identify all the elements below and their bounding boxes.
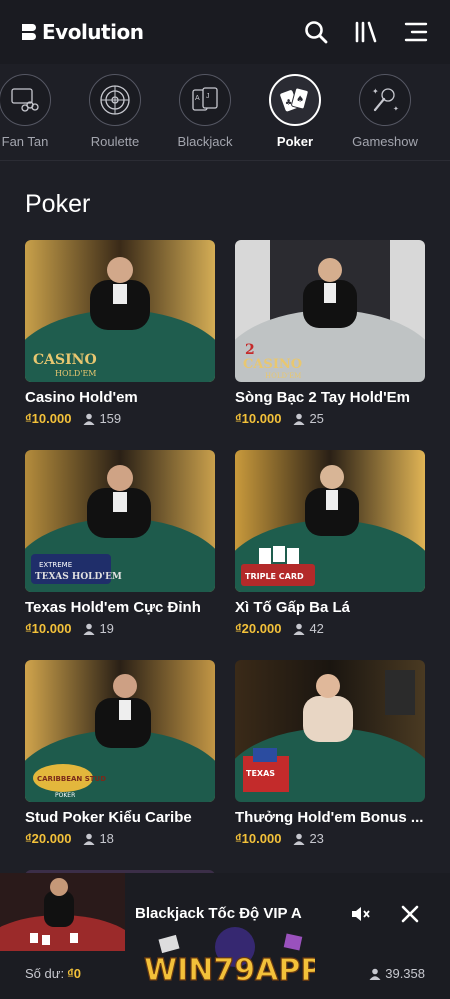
close-icon[interactable]	[400, 904, 420, 924]
category-label: Blackjack	[177, 134, 233, 149]
win79app-watermark: WIN79APP	[143, 927, 315, 989]
svg-text:TEXAS: TEXAS	[246, 769, 275, 778]
game-title: Texas Hold'em Cực Đỉnh	[25, 599, 201, 616]
game-card-caribbean-stud-poker[interactable]: CARIBBEAN STUD POKER Stud Poker Kiểu Car…	[25, 660, 215, 846]
game-title: Casino Hold'em	[25, 389, 138, 406]
mute-icon[interactable]	[350, 905, 370, 923]
evolution-logo-mark-icon	[22, 23, 38, 41]
category-gameshow-circle: ✦ ✦	[359, 74, 411, 126]
svg-text:HOLD'EM: HOLD'EM	[265, 372, 301, 380]
player-count: 159	[99, 411, 122, 426]
min-bet: ₫10.000	[25, 411, 72, 426]
evolution-logo[interactable]: Evolution	[22, 20, 144, 44]
category-roulette[interactable]: Roulette	[70, 74, 160, 149]
min-bet: ₫10.000	[235, 411, 282, 426]
user-icon	[83, 413, 95, 425]
game-card-casino-holdem[interactable]: CASINO HOLD'EM Casino Hold'em ₫10.000 15…	[25, 240, 215, 426]
svg-text:CASINO: CASINO	[33, 352, 97, 368]
balance: Số dư: ₫0	[25, 966, 81, 981]
player-count: 23	[309, 831, 324, 846]
gameshow-icon: ✦ ✦	[372, 87, 399, 113]
balance-label: Số dư:	[25, 966, 65, 981]
game-thumbnail[interactable]: 2 CASINO HOLD'EM	[235, 240, 425, 382]
user-icon	[293, 833, 305, 845]
balance-value: ₫0	[67, 966, 81, 981]
mini-player: Blackjack Tốc Độ VIP A WIN79APP Số dư: ₫0…	[0, 873, 450, 999]
game-title: Thưởng Hold'em Bonus ...	[235, 809, 424, 826]
top-header: Evolution	[0, 0, 450, 64]
svg-text:POKER: POKER	[55, 792, 75, 799]
category-blackjack[interactable]: J A Blackjack	[160, 74, 250, 149]
category-fan-tan-circle	[0, 74, 51, 126]
svg-text:✦: ✦	[372, 87, 379, 96]
svg-text:TEXAS HOLD'EM: TEXAS HOLD'EM	[35, 572, 122, 582]
game-title: Xì Tố Gấp Ba Lá	[235, 599, 351, 616]
category-gameshow[interactable]: ✦ ✦ Gameshow	[340, 74, 430, 149]
category-label: Roulette	[90, 134, 140, 149]
total-players: 39.358	[369, 966, 425, 981]
category-strip: Fan Tan Roulette J A Blackjack ♠ ♣ Poker…	[0, 64, 450, 160]
mini-player-title: Blackjack Tốc Độ VIP A	[135, 905, 302, 922]
game-card-texas-holdem-bonus[interactable]: TEXAS Thưởng Hold'em Bonus ... ₫10.000 2…	[235, 660, 425, 846]
player-count: 19	[99, 621, 114, 636]
game-thumbnail[interactable]: EXTREME TEXAS HOLD'EM	[25, 450, 215, 592]
user-icon	[293, 413, 305, 425]
svg-text:CASINO: CASINO	[243, 357, 302, 372]
svg-text:CARIBBEAN STUD: CARIBBEAN STUD	[37, 775, 106, 783]
svg-text:♠: ♠	[296, 95, 304, 105]
svg-text:EXTREME: EXTREME	[39, 561, 72, 569]
game-title: Stud Poker Kiểu Caribe	[25, 809, 192, 826]
svg-text:TRIPLE CARD: TRIPLE CARD	[245, 572, 304, 581]
svg-text:J: J	[206, 93, 210, 100]
library-icon[interactable]	[354, 20, 378, 44]
user-icon	[83, 623, 95, 635]
min-bet: ₫20.000	[25, 831, 72, 846]
mini-player-video[interactable]	[0, 873, 125, 951]
brand-name: Evolution	[42, 20, 144, 44]
game-card-extreme-texas-holdem[interactable]: EXTREME TEXAS HOLD'EM Texas Hold'em Cực …	[25, 450, 215, 636]
fan-tan-icon	[11, 88, 39, 112]
game-thumbnail[interactable]: CARIBBEAN STUD POKER	[25, 660, 215, 802]
svg-text:HOLD'EM: HOLD'EM	[55, 369, 97, 378]
player-count: 18	[99, 831, 114, 846]
category-poker-circle: ♠ ♣	[269, 74, 321, 126]
game-card-2-hand-casino-holdem[interactable]: 2 CASINO HOLD'EM Sòng Bạc 2 Tay Hold'Em …	[235, 240, 425, 426]
search-icon[interactable]	[304, 20, 328, 44]
user-icon	[83, 833, 95, 845]
category-label: Gameshow	[352, 134, 418, 149]
category-label: Poker	[276, 134, 314, 149]
min-bet: ₫10.000	[235, 831, 282, 846]
category-fan-tan[interactable]: Fan Tan	[0, 74, 70, 149]
category-poker[interactable]: ♠ ♣ Poker	[250, 74, 340, 149]
game-title: Sòng Bạc 2 Tay Hold'Em	[235, 389, 410, 406]
roulette-icon	[100, 85, 130, 115]
min-bet: ₫20.000	[235, 621, 282, 636]
divider	[0, 160, 450, 161]
game-thumbnail[interactable]: CASINO HOLD'EM	[25, 240, 215, 382]
player-count: 42	[309, 621, 324, 636]
svg-text:2: 2	[245, 342, 255, 358]
player-count: 25	[309, 411, 324, 426]
game-thumbnail[interactable]: TRIPLE CARD	[235, 450, 425, 592]
game-thumbnail[interactable]: TEXAS	[235, 660, 425, 802]
category-roulette-circle	[89, 74, 141, 126]
blackjack-icon: J A	[192, 87, 218, 111]
category-label: Fan Tan	[1, 134, 49, 149]
watermark-text: WIN79APP	[144, 953, 315, 988]
svg-text:A: A	[195, 95, 200, 102]
min-bet: ₫10.000	[25, 621, 72, 636]
section-title: Poker	[25, 190, 91, 218]
menu-icon[interactable]	[404, 20, 428, 44]
category-blackjack-circle: J A	[179, 74, 231, 126]
user-icon	[293, 623, 305, 635]
svg-text:♣: ♣	[285, 98, 292, 107]
game-card-triple-card-poker[interactable]: TRIPLE CARD Xì Tố Gấp Ba Lá ₫20.000 42	[235, 450, 425, 636]
total-players-count: 39.358	[385, 966, 425, 981]
user-icon	[369, 968, 381, 980]
poker-icon: ♠ ♣	[280, 87, 309, 112]
svg-text:✦: ✦	[393, 105, 399, 113]
